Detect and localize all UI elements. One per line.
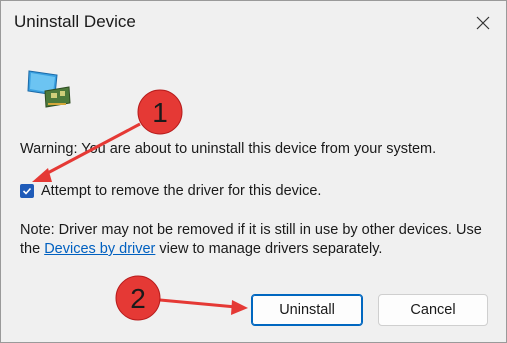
cancel-button[interactable]: Cancel [378, 294, 488, 326]
note-text: Note: Driver may not be removed if it is… [20, 221, 490, 259]
uninstall-device-dialog: Uninstall Device Warning: You are about … [0, 0, 507, 343]
devices-by-driver-link[interactable]: Devices by driver [44, 241, 155, 257]
close-button[interactable] [460, 1, 506, 45]
window-title: Uninstall Device [14, 12, 136, 31]
network-adapter-icon [27, 70, 71, 108]
remove-driver-label[interactable]: Attempt to remove the driver for this de… [41, 183, 321, 199]
close-icon [476, 16, 490, 30]
note-text-part2: view to manage drivers separately. [155, 241, 383, 257]
remove-driver-option[interactable]: Attempt to remove the driver for this de… [20, 183, 321, 199]
title-bar: Uninstall Device [1, 1, 506, 45]
dialog-content: Warning: You are about to uninstall this… [1, 45, 506, 342]
warning-text: Warning: You are about to uninstall this… [20, 141, 437, 157]
checkmark-icon [22, 187, 32, 195]
uninstall-button[interactable]: Uninstall [251, 294, 363, 326]
remove-driver-checkbox[interactable] [20, 184, 34, 198]
